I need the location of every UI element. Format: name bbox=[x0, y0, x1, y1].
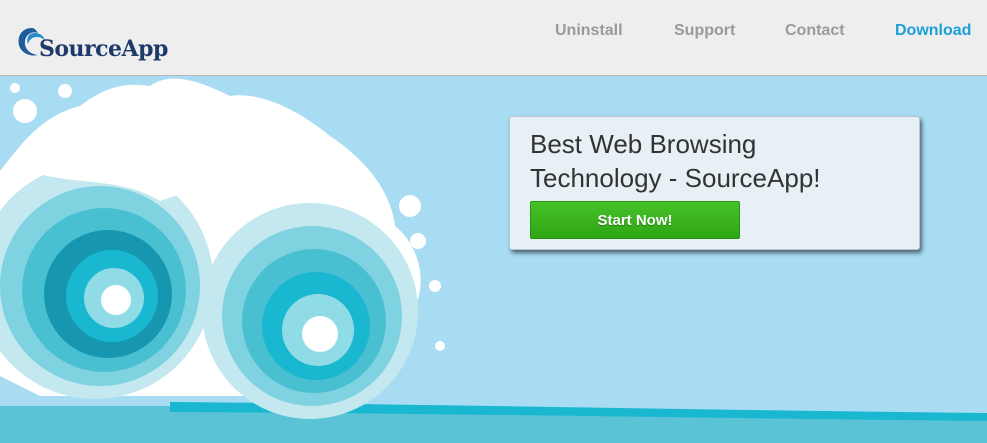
nav-uninstall[interactable]: Uninstall bbox=[555, 22, 623, 40]
brand-name: SourceApp bbox=[39, 36, 168, 62]
promo-headline: Best Web Browsing Technology - SourceApp… bbox=[530, 127, 910, 195]
site-header: SourceApp Uninstall Support Contact Down… bbox=[0, 0, 987, 76]
promo-headline-line1: Best Web Browsing bbox=[530, 129, 757, 159]
nav-download[interactable]: Download bbox=[895, 22, 971, 40]
promo-headline-line2: Technology - SourceApp! bbox=[530, 163, 821, 193]
site-logo[interactable]: SourceApp bbox=[16, 24, 206, 64]
promo-card: Best Web Browsing Technology - SourceApp… bbox=[509, 116, 920, 250]
nav-support[interactable]: Support bbox=[674, 22, 735, 40]
start-now-button[interactable]: Start Now! bbox=[530, 201, 740, 239]
hero-banner: Best Web Browsing Technology - SourceApp… bbox=[0, 76, 987, 443]
nav-contact[interactable]: Contact bbox=[785, 22, 845, 40]
